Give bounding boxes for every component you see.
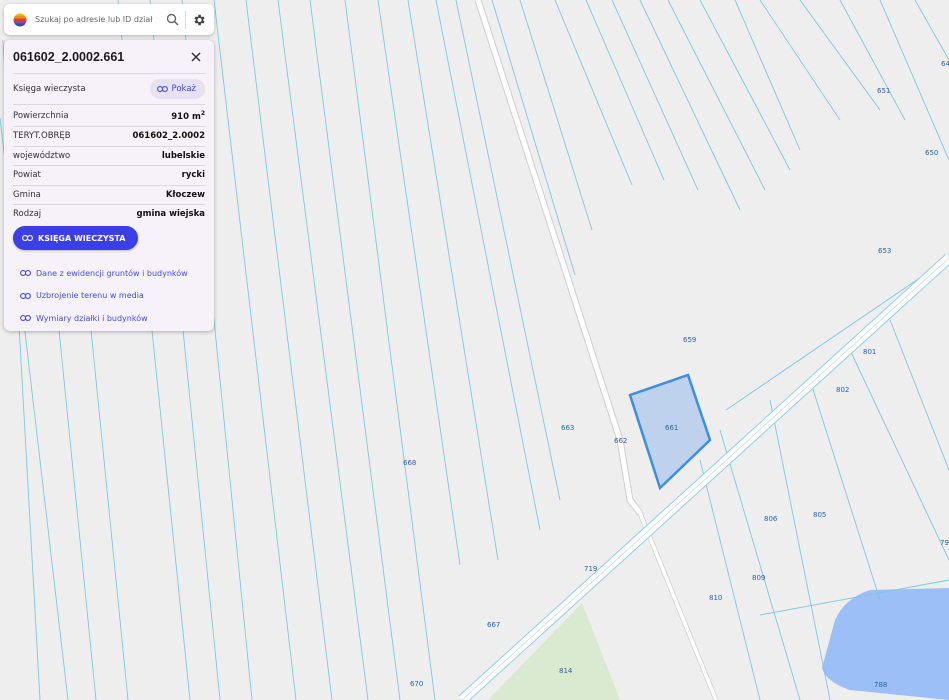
info-label: Rodzaj [13,209,42,220]
info-value: lubelskie [161,150,205,161]
parcel-label-809: 809 [752,574,765,582]
parcel-label-810: 810 [709,594,722,602]
parcel-label-653: 653 [878,247,891,255]
parcel-label-788: 788 [874,681,887,689]
info-label: Powiat [13,170,41,181]
link-label: Uzbrojenie terenu w media [36,291,144,301]
land-register-row: Księga wieczysta Pokaż [13,74,205,105]
parcel-label-805: 805 [813,511,826,519]
link-dimensions[interactable]: Wymiary działki i budynków [20,307,188,330]
info-row-county: Powiat rycki [13,166,205,186]
parcel-info-panel: 061602_2.0002.661 Księga wieczysta Pokaż… [4,40,214,331]
info-value: gmina wiejska [136,209,206,220]
info-row-commune: Gmina Kłoczew [13,186,205,205]
info-label: województwo [13,150,71,161]
link-icon [22,235,33,241]
info-row-teryt: TERYT.OBRĘB 061602_2.0002 [13,127,205,147]
info-value: 061602_2.0002 [132,131,205,142]
link-utilities[interactable]: Uzbrojenie terenu w media [20,285,188,308]
info-label: Powierzchnia [13,110,69,121]
app-logo-icon [13,13,27,27]
close-icon[interactable] [187,48,205,66]
parcel-label-79: 79 [940,539,949,547]
search-input[interactable] [35,15,153,24]
parcel-label-802: 802 [836,386,849,394]
parcel-label-650: 650 [925,149,938,157]
info-row-voivodeship: województwo lubelskie [13,147,205,166]
parcel-label-801: 801 [863,348,876,356]
links-list: Dane z ewidencji gruntów i budynków Uzbr… [20,262,188,330]
parcel-id-title: 061602_2.0002.661 [13,49,125,64]
link-icon [156,86,168,92]
link-label: Wymiary działki i budynków [36,313,148,323]
show-land-register-button[interactable]: Pokaż [149,79,205,99]
search-bar [4,4,214,35]
link-label: Dane z ewidencji gruntów i budynków [36,268,188,278]
gear-icon[interactable] [188,9,210,31]
parcel-label-659: 659 [683,336,696,344]
info-value: Kłoczew [165,189,205,200]
divider [185,10,186,29]
parcel-label-719: 719 [584,565,597,573]
link-icon [20,292,31,299]
parcel-label-662: 662 [614,437,627,445]
show-label: Pokaż [171,84,196,94]
parcel-label-668: 668 [403,459,416,467]
info-row-type: Rodzaj gmina wiejska [13,205,205,224]
parcel-label-64: 64 [941,60,949,68]
link-icon [20,270,31,277]
parcel-label-661: 661 [665,424,678,432]
parcel-label-806: 806 [764,515,778,523]
info-row-area: Powierzchnia 910 m2 [13,105,205,127]
search-icon[interactable] [161,9,183,31]
parcel-label-663: 663 [561,424,574,432]
parcel-label-814: 814 [559,667,573,675]
land-register-button-label: KSIĘGA WIECZYSTA [38,233,126,243]
land-register-button[interactable]: KSIĘGA WIECZYSTA [13,226,139,250]
link-land-records[interactable]: Dane z ewidencji gruntów i budynków [20,262,188,285]
land-register-label: Księga wieczysta [13,84,86,94]
panel-header: 061602_2.0002.661 [13,40,205,74]
link-icon [20,315,31,322]
info-value: rycki [181,170,205,181]
parcel-label-670: 670 [410,680,423,688]
info-label: Gmina [13,189,41,200]
parcel-label-651: 651 [877,87,890,95]
parcel-label-667: 667 [487,621,500,629]
info-label: TERYT.OBRĘB [13,131,71,142]
info-value: 910 m2 [171,109,205,122]
